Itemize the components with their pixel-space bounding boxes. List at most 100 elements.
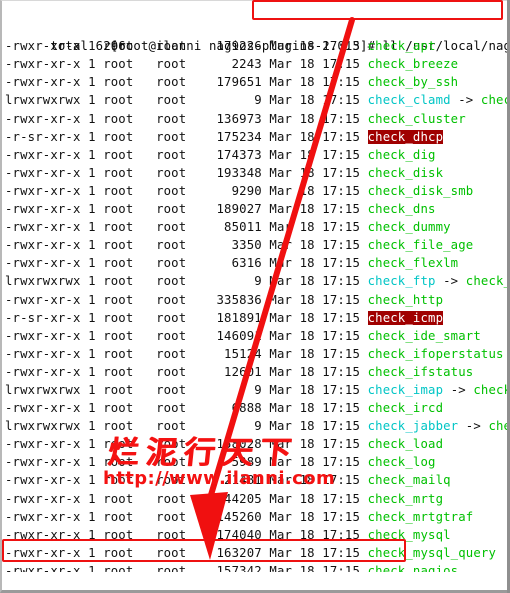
row-filename[interactable]: check_http: [368, 293, 444, 307]
terminal-output-area[interactable]: [root@ilanni nagios-plugins-2.0.3]# ll /…: [2, 1, 507, 572]
symlink-arrow: ->: [458, 419, 489, 434]
row-filename[interactable]: check_clamd: [368, 93, 451, 107]
row-filename[interactable]: check_by_ssh: [368, 75, 459, 89]
row-filename[interactable]: check_ftp: [368, 274, 436, 288]
row-filename[interactable]: check_ide_smart: [368, 329, 481, 343]
row-owner-group: root root: [103, 310, 209, 325]
row-permissions: -rwxr-xr-x 1: [5, 238, 104, 253]
row-owner-group: root root: [103, 202, 209, 217]
row-filename[interactable]: check_disk: [368, 166, 444, 180]
row-owner-group: root root: [103, 274, 209, 289]
row-size: 163207: [208, 545, 270, 560]
row-filename[interactable]: check_flexlm: [368, 256, 459, 270]
row-filename[interactable]: check_dns: [368, 202, 436, 216]
row-filename[interactable]: check_mysql_query: [368, 546, 496, 560]
row-filename[interactable]: check_dhcp: [367, 129, 444, 144]
table-row: lrwxrwxrwx 1 root root 9 Mar 18 17:15 ch…: [2, 381, 507, 399]
row-permissions: -rwxr-xr-x 1: [5, 202, 104, 217]
row-permissions: -rwxr-xr-x 1: [5, 364, 104, 379]
table-row: -rwxr-xr-x 1 root root 179226 Mar 18 17:…: [2, 37, 507, 55]
row-timestamp: Mar 18 17:15: [269, 147, 368, 162]
row-size: 181891: [208, 310, 270, 325]
row-owner-group: root root: [103, 364, 209, 379]
row-size: 174040: [208, 527, 270, 542]
row-filename[interactable]: check_log: [368, 455, 436, 469]
row-owner-group: root root: [103, 93, 209, 108]
table-row: lrwxrwxrwx 1 root root 9 Mar 18 17:15 ch…: [2, 91, 507, 109]
row-size: 3350: [208, 238, 270, 253]
row-filename[interactable]: check_ifoperstatus: [368, 347, 504, 361]
row-filename[interactable]: check_mrtgtraf: [368, 510, 474, 524]
row-owner-group: root root: [103, 220, 209, 235]
row-filename[interactable]: check_cluster: [368, 112, 466, 126]
symlink-target[interactable]: check_tcp: [466, 274, 507, 288]
row-filename[interactable]: check_dummy: [368, 220, 451, 234]
row-size: 174373: [208, 147, 270, 162]
row-filename[interactable]: check_ircd: [368, 401, 444, 415]
row-permissions: -rwxr-xr-x 1: [5, 491, 104, 506]
row-size: 9: [208, 382, 270, 397]
row-owner-group: root root: [103, 129, 209, 144]
row-size: 85011: [208, 220, 270, 235]
row-size: 6316: [208, 256, 270, 271]
row-filename[interactable]: check_jabber: [368, 419, 459, 433]
row-owner-group: root root: [103, 292, 209, 307]
table-row: -rwxr-xr-x 1 root root 136973 Mar 18 17:…: [2, 110, 507, 128]
row-permissions: -rwxr-xr-x 1: [5, 563, 104, 572]
table-row: -rwxr-xr-x 1 root root 6888 Mar 18 17:15…: [2, 399, 507, 417]
row-filename[interactable]: check_disk_smb: [368, 184, 474, 198]
row-filename[interactable]: check_mrtg: [368, 492, 444, 506]
row-filename[interactable]: check_ifstatus: [368, 365, 474, 379]
row-permissions: -rwxr-xr-x 1: [5, 147, 104, 162]
row-owner-group: root root: [103, 455, 209, 470]
table-row: -rwxr-xr-x 1 root root 163207 Mar 18 17:…: [2, 544, 507, 562]
row-filename[interactable]: check_mysql: [368, 528, 451, 542]
row-filename[interactable]: check_file_age: [368, 238, 474, 252]
row-permissions: -rwxr-xr-x 1: [5, 292, 104, 307]
row-filename[interactable]: check_load: [368, 437, 444, 451]
row-permissions: -rwxr-xr-x 1: [5, 346, 104, 361]
row-owner-group: root root: [103, 545, 209, 560]
row-size: 21481: [208, 473, 270, 488]
row-timestamp: Mar 18 17:15: [269, 437, 368, 452]
row-timestamp: Mar 18 17:15: [269, 165, 368, 180]
symlink-target[interactable]: check_tcp: [473, 383, 507, 397]
row-timestamp: Mar 18 17:15: [269, 220, 368, 235]
row-size: 9290: [208, 183, 270, 198]
row-timestamp: Mar 18 17:15: [269, 509, 368, 524]
row-filename[interactable]: check_mailq: [368, 473, 451, 487]
row-filename[interactable]: check_dig: [368, 148, 436, 162]
row-size: 9: [208, 274, 270, 289]
row-size: 335836: [208, 292, 270, 307]
row-size: 158028: [208, 437, 270, 452]
row-permissions: -rwxr-xr-x 1: [5, 455, 104, 470]
row-filename[interactable]: check_imap: [368, 383, 444, 397]
row-owner-group: root root: [103, 401, 209, 416]
row-filename[interactable]: check_breeze: [368, 57, 459, 71]
row-size: 9: [208, 93, 270, 108]
row-size: 5989: [208, 455, 270, 470]
symlink-target[interactable]: check_tcp: [488, 419, 507, 433]
row-filename[interactable]: check_nagios: [368, 564, 459, 572]
table-row: -rwxr-xr-x 1 root root 144205 Mar 18 17:…: [2, 490, 507, 508]
symlink-target[interactable]: check_tcp: [481, 93, 507, 107]
row-owner-group: root root: [103, 165, 209, 180]
table-row: -rwxr-xr-x 1 root root 189027 Mar 18 17:…: [2, 200, 507, 218]
row-owner-group: root root: [103, 57, 209, 72]
row-permissions: -rwxr-xr-x 1: [5, 545, 104, 560]
row-owner-group: root root: [103, 491, 209, 506]
row-size: 136973: [208, 111, 270, 126]
row-owner-group: root root: [103, 509, 209, 524]
row-timestamp: Mar 18 17:15: [269, 183, 368, 198]
row-filename[interactable]: check_icmp: [367, 310, 444, 325]
row-timestamp: Mar 18 17:15: [269, 401, 368, 416]
row-permissions: -rwxr-xr-x 1: [5, 437, 104, 452]
table-row: -rwxr-xr-x 1 root root 9290 Mar 18 17:15…: [2, 182, 507, 200]
row-timestamp: Mar 18 17:15: [269, 473, 368, 488]
row-filename[interactable]: check_apt: [368, 39, 436, 53]
file-listing: -rwxr-xr-x 1 root root 179226 Mar 18 17:…: [2, 37, 507, 572]
row-size: 193348: [208, 165, 270, 180]
table-row: -rwxr-xr-x 1 root root 2243 Mar 18 17:15…: [2, 55, 507, 73]
row-size: 179226: [208, 39, 270, 54]
row-permissions: -rwxr-xr-x 1: [5, 111, 104, 126]
